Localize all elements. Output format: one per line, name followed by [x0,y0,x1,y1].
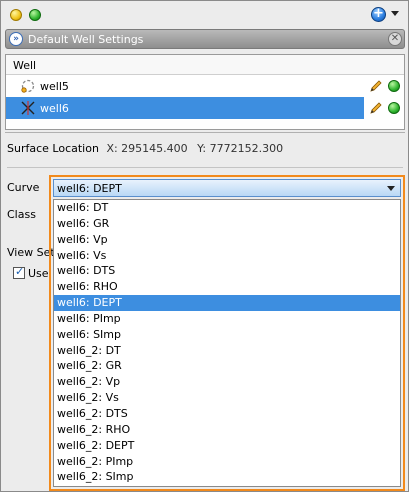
collapse-icon[interactable]: » [9,32,23,46]
curve-option[interactable]: well6_2: Vp [54,374,400,390]
title-bar: » Default Well Settings ✕ [5,29,405,49]
well-settings-panel: + » Default Well Settings ✕ Well well5 w… [0,0,409,492]
curve-label: Curve [7,181,40,194]
curve-option[interactable]: well6: GR [54,216,400,232]
chevron-down-icon[interactable] [391,11,399,16]
curve-select[interactable]: well6: DEPT [53,179,401,197]
well-column-header[interactable]: Well [6,55,404,75]
curve-option[interactable]: well6_2: GR [54,358,400,374]
curve-option[interactable]: well6_2: SImp [54,469,400,485]
close-icon[interactable]: ✕ [388,32,402,46]
curve-option[interactable]: well6: Vs [54,248,400,264]
curve-option[interactable]: well6_2: Vs [54,390,400,406]
curve-option[interactable]: well6_2: PImp [54,454,400,470]
curve-option[interactable]: well6_2: DEPT [54,438,400,454]
curve-option[interactable]: well6: Vp [54,232,400,248]
curve-option[interactable]: well6_2: DTS [54,406,400,422]
well-label: well6 [40,102,69,115]
panel-title: Default Well Settings [28,33,144,46]
use-label: Use [28,267,49,280]
well-icon [21,79,35,93]
splitter[interactable] [5,132,405,137]
status-dot-icon[interactable] [388,102,400,114]
curve-option[interactable]: well6: SImp [54,327,400,343]
well-table: Well well5 well6 [5,54,405,130]
curve-highlight: well6: DEPT well6: DT well6: GR well6: Vp w… [49,175,405,491]
surface-location: Surface Location X: 295145.400 Y: 777215… [7,142,283,155]
pencil-icon[interactable] [368,78,384,94]
well-label: well5 [40,80,69,93]
green-status-icon[interactable] [29,9,41,21]
chevron-down-icon[interactable] [387,186,395,191]
yellow-status-icon[interactable] [10,9,22,21]
top-bar: + [2,2,407,28]
add-icon[interactable]: + [371,7,386,22]
well-icon [21,101,35,115]
well-row-well5[interactable]: well5 [6,75,404,97]
curve-option[interactable]: well6: PImp [54,311,400,327]
class-label: Class [7,208,36,221]
curve-option[interactable]: well6_2: DT [54,343,400,359]
pencil-icon[interactable] [368,100,384,116]
curve-option[interactable]: well6: DTS [54,263,400,279]
curve-option[interactable]: well6: DT [54,200,400,216]
surface-location-label: Surface Location [7,142,99,155]
curve-option[interactable]: well6_2: RHO [54,422,400,438]
status-dot-icon[interactable] [388,80,400,92]
surface-y-value: Y: 7772152.300 [197,142,284,155]
divider [7,167,403,168]
view-settings-label: View Set [7,246,55,259]
curve-select-value: well6: DEPT [57,182,122,195]
curve-dropdown-list: well6: DT well6: GR well6: Vp well6: Vs well… [53,199,401,487]
curve-option[interactable]: well6: RHO [54,279,400,295]
use-checkbox[interactable] [13,265,25,279]
curve-option[interactable]: well6: DEPT [54,295,400,311]
surface-x-value: X: 295145.400 [106,142,188,155]
well-row-well6[interactable]: well6 [6,97,404,119]
